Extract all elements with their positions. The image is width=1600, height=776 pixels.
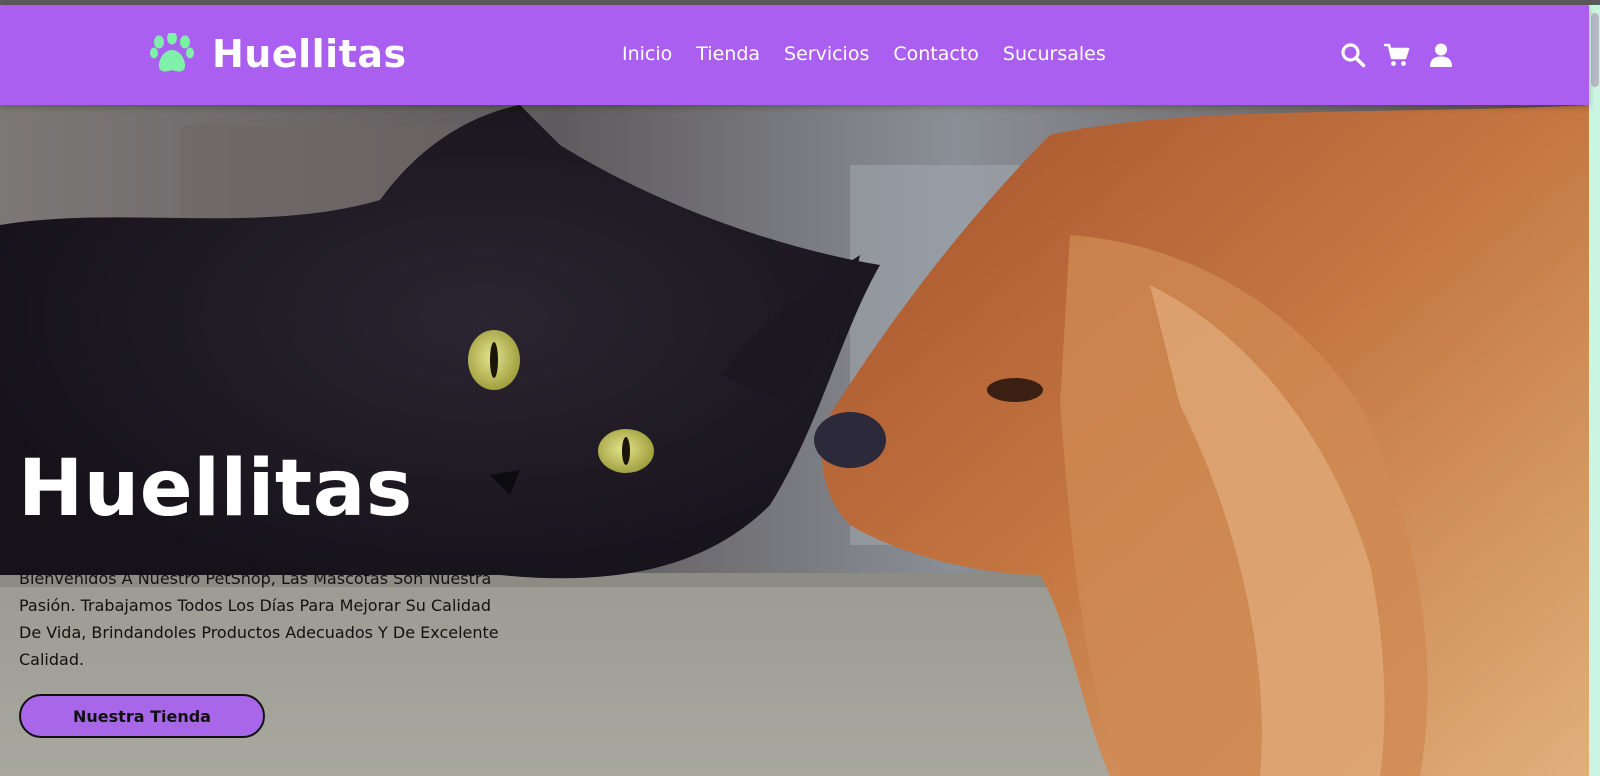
nav-tienda[interactable]: Tienda (696, 43, 760, 66)
paw-icon (150, 33, 194, 72)
site-header: Huellitas Inicio Tienda Servicios Contac… (0, 5, 1589, 105)
main-nav: Inicio Tienda Servicios Contacto Sucursa… (622, 43, 1106, 66)
scrollbar-thumb[interactable] (1591, 13, 1599, 87)
header-actions (1340, 42, 1454, 68)
shop-button[interactable]: Nuestra Tienda (19, 694, 265, 738)
brand-name: Huellitas (212, 32, 407, 76)
user-icon[interactable] (1428, 42, 1454, 68)
search-icon[interactable] (1340, 42, 1366, 68)
nav-contacto[interactable]: Contacto (893, 43, 979, 66)
nav-sucursales[interactable]: Sucursales (1003, 43, 1106, 66)
nav-servicios[interactable]: Servicios (784, 43, 869, 66)
brand-logo[interactable]: Huellitas (150, 33, 407, 75)
hero-title: Huellitas (18, 444, 413, 534)
page-scrollbar[interactable] (1589, 5, 1600, 776)
hero-image-cat-dog (0, 105, 1589, 776)
nav-inicio[interactable]: Inicio (622, 43, 672, 66)
hero-description: Bienvenidos A Nuestro PetShop, Las Masco… (19, 569, 499, 669)
hero-section: Huellitas Bienvenidos A Nuestro PetShop,… (0, 105, 1589, 776)
cart-icon[interactable] (1384, 42, 1410, 68)
